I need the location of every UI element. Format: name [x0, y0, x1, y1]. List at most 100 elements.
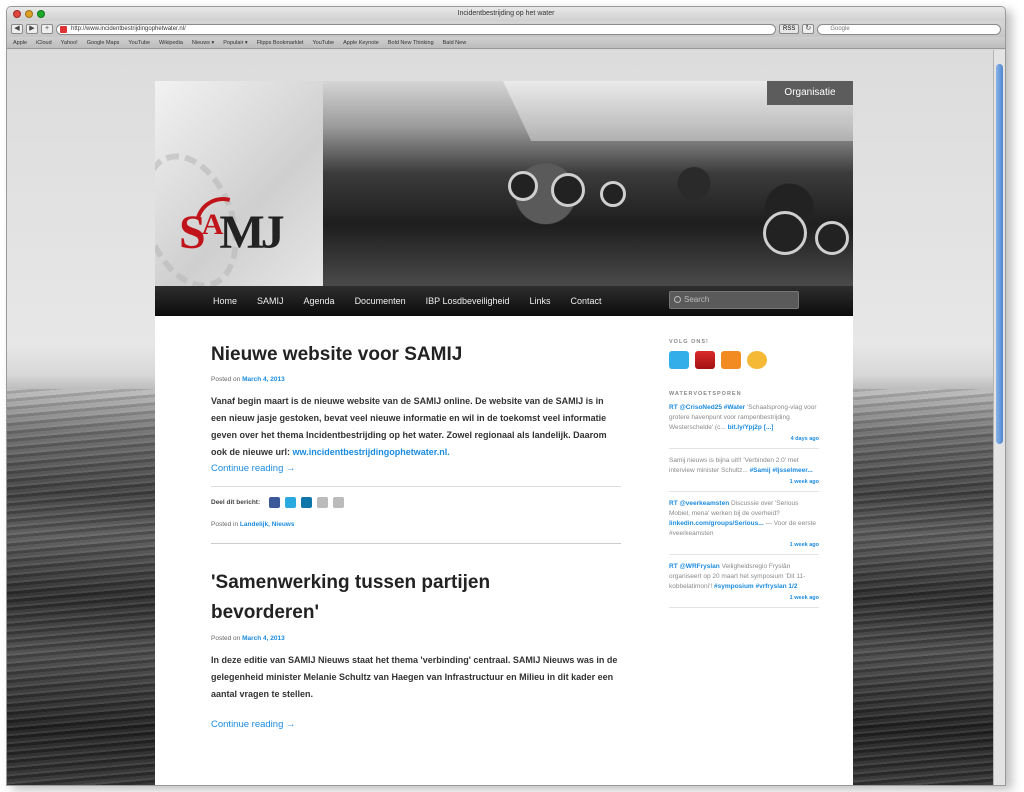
nav-contact[interactable]: Contact	[561, 286, 612, 316]
post-title[interactable]: 'Samenwerking tussen partijen bevorderen…	[211, 568, 511, 628]
post-excerpt: Vanaf begin maart is de nieuwe website v…	[211, 393, 621, 461]
bookmark-item[interactable]: Apple	[13, 40, 27, 46]
continue-reading-link[interactable]: Continue reading →	[211, 719, 621, 730]
post-list: Nieuwe website voor SAMIJ Posted on Marc…	[211, 341, 621, 730]
tweet-separator	[669, 554, 819, 555]
title-bar: Incidentbestrijding op het water	[7, 7, 1005, 21]
twitter-share-icon[interactable]	[285, 497, 297, 508]
linkedin-share-icon[interactable]	[301, 497, 313, 508]
bookmark-item[interactable]: Wikipedia	[159, 40, 183, 46]
post-categories: Posted in Landelijk, Nieuws	[211, 521, 621, 528]
post-date-line: Posted on March 4, 2013	[211, 635, 621, 642]
logo-letters-mj: MJ	[219, 206, 284, 259]
url-text: http://www.incidentbestrijdingophetwater…	[71, 25, 186, 32]
close-window-icon[interactable]	[13, 10, 21, 18]
tweet: Samij nieuws is bijna uit!! 'Verbinden 2…	[669, 456, 819, 476]
forward-icon[interactable]: ▶	[26, 24, 38, 34]
organisatie-button[interactable]: Organisatie	[767, 81, 853, 105]
post-title[interactable]: Nieuwe website voor SAMIJ	[211, 341, 621, 369]
minimize-window-icon[interactable]	[25, 10, 33, 18]
facebook-share-icon[interactable]	[269, 497, 281, 508]
tweet: RT @veerkeamsten Discussie over 'Serious…	[669, 499, 819, 539]
post-date-link[interactable]: March 4, 2013	[242, 635, 285, 642]
zoom-window-icon[interactable]	[37, 10, 45, 18]
add-bookmark-icon[interactable]: +	[41, 24, 53, 34]
site-search-input[interactable]: Search	[669, 291, 799, 309]
share-label: Deel dit bericht:	[211, 499, 261, 506]
nav-documenten[interactable]: Documenten	[345, 286, 416, 316]
bookmarks-bar: Apple iCloud Yahoo! Google Maps YouTube Wikip…	[7, 37, 1005, 49]
samij-logo[interactable]: SAMJ	[179, 205, 285, 260]
favicon-icon	[60, 25, 67, 33]
window-title: Incidentbestrijding op het water	[457, 10, 555, 17]
bookmark-item[interactable]: YouTube	[312, 40, 334, 46]
nav-samij[interactable]: SAMIJ	[247, 286, 294, 316]
tweet: RT @CrisoNed25 #Water 'Schaalsprong-vlag…	[669, 403, 819, 433]
tweet-link[interactable]: #Samij #Ijsselmeer...	[750, 467, 813, 474]
print-share-icon[interactable]	[333, 497, 345, 508]
post: Nieuwe website voor SAMIJ Posted on Marc…	[211, 341, 621, 544]
twitter-icon[interactable]	[669, 351, 689, 369]
nav-agenda[interactable]: Agenda	[294, 286, 345, 316]
bookmark-item[interactable]: Nieuws ▾	[192, 40, 214, 46]
share-bar: Deel dit bericht:	[211, 497, 621, 508]
bookmark-item[interactable]: iCloud	[36, 40, 52, 46]
tweet-hashtag-link[interactable]: #Water	[724, 404, 745, 411]
tweet-separator	[669, 448, 819, 449]
continue-reading-link[interactable]: Continue reading →	[211, 463, 621, 474]
bookmark-item[interactable]: Bald New	[443, 40, 467, 46]
site-search-placeholder: Search	[684, 295, 710, 304]
site-header: SAMJ Organisatie	[155, 81, 853, 286]
tweet-handle-link[interactable]: RT @WRFryslan	[669, 563, 720, 570]
email-icon[interactable]	[747, 351, 767, 369]
tweet-link[interactable]: bit.ly/Ypj2p [...]	[728, 424, 774, 431]
tweet-handle-link[interactable]: RT @veerkeamsten	[669, 500, 729, 507]
tweet-handle-link[interactable]: RT @CrisoNed25	[669, 404, 722, 411]
bookmark-item[interactable]: Bold New Thinking	[388, 40, 434, 46]
tweet-link[interactable]: #symposium #vrfryslan 1/2	[714, 583, 797, 590]
meta-prefix: Posted in	[211, 521, 239, 528]
bookmark-item[interactable]: Yahoo!	[61, 40, 78, 46]
rss-icon[interactable]	[721, 351, 741, 369]
tweet-time[interactable]: 1 week ago	[669, 479, 819, 485]
back-icon[interactable]: ◀	[11, 24, 23, 34]
scroll-thumb[interactable]	[996, 64, 1003, 444]
vertical-scrollbar[interactable]	[993, 50, 1005, 785]
bookmark-item[interactable]: Flipps Bookmarklet	[257, 40, 304, 46]
bookmark-item[interactable]: Google Maps	[87, 40, 120, 46]
nav-links[interactable]: Links	[520, 286, 561, 316]
bookmark-item[interactable]: YouTube	[128, 40, 150, 46]
browser-toolbar: ◀ ▶ + http://www.incidentbestrijdingophe…	[7, 21, 1005, 37]
logo-letter-a: A	[201, 208, 224, 241]
tweet-time[interactable]: 4 days ago	[669, 436, 819, 442]
nav-ibp[interactable]: IBP Losdbeveiligheid	[416, 286, 520, 316]
tweet-list: RT @CrisoNed25 #Water 'Schaalsprong-vlag…	[669, 403, 819, 608]
browser-search-field[interactable]: Google	[817, 23, 1001, 35]
tweet-link[interactable]: linkedin.com/groups/Serious...	[669, 520, 764, 527]
address-bar[interactable]: http://www.incidentbestrijdingophetwater…	[56, 23, 776, 35]
tweet-time[interactable]: 1 week ago	[669, 542, 819, 548]
tweet-time[interactable]: 1 week ago	[669, 595, 819, 601]
youtube-icon[interactable]	[695, 351, 715, 369]
category-links[interactable]: Landelijk, Nieuws	[240, 521, 295, 528]
reload-icon[interactable]: ↻	[802, 24, 815, 34]
main-nav: Home SAMIJ Agenda Documenten IBP Losdbev…	[155, 286, 853, 316]
gauge-icon	[600, 181, 626, 207]
post-body-text: In deze editie van SAMIJ Nieuws staat he…	[211, 655, 618, 699]
follow-heading: Volg ons!	[669, 339, 709, 345]
tweets-heading: Watervoetsporen	[669, 391, 742, 397]
posted-prefix: Posted on	[211, 635, 241, 642]
post-date-link[interactable]: March 4, 2013	[242, 376, 285, 383]
gauge-icon	[815, 221, 849, 255]
bookmark-item[interactable]: Apple Keynote	[343, 40, 379, 46]
header-logo-panel: SAMJ	[155, 81, 323, 286]
page-viewport: SAMJ Organisatie Home SAMIJ Agenda Docum…	[7, 50, 995, 785]
nav-home[interactable]: Home	[203, 286, 247, 316]
rss-button[interactable]: RSS	[779, 24, 800, 34]
site-url-link[interactable]: ww.incidentbestrijdingophetwater.nl.	[293, 447, 450, 457]
gauge-icon	[551, 173, 585, 207]
email-share-icon[interactable]	[317, 497, 329, 508]
bookmark-item[interactable]: Populair ▾	[223, 40, 247, 46]
follow-icons	[669, 351, 819, 369]
sidebar: Volg ons! Watervoetsporen RT @CrisoNed25…	[669, 339, 819, 615]
